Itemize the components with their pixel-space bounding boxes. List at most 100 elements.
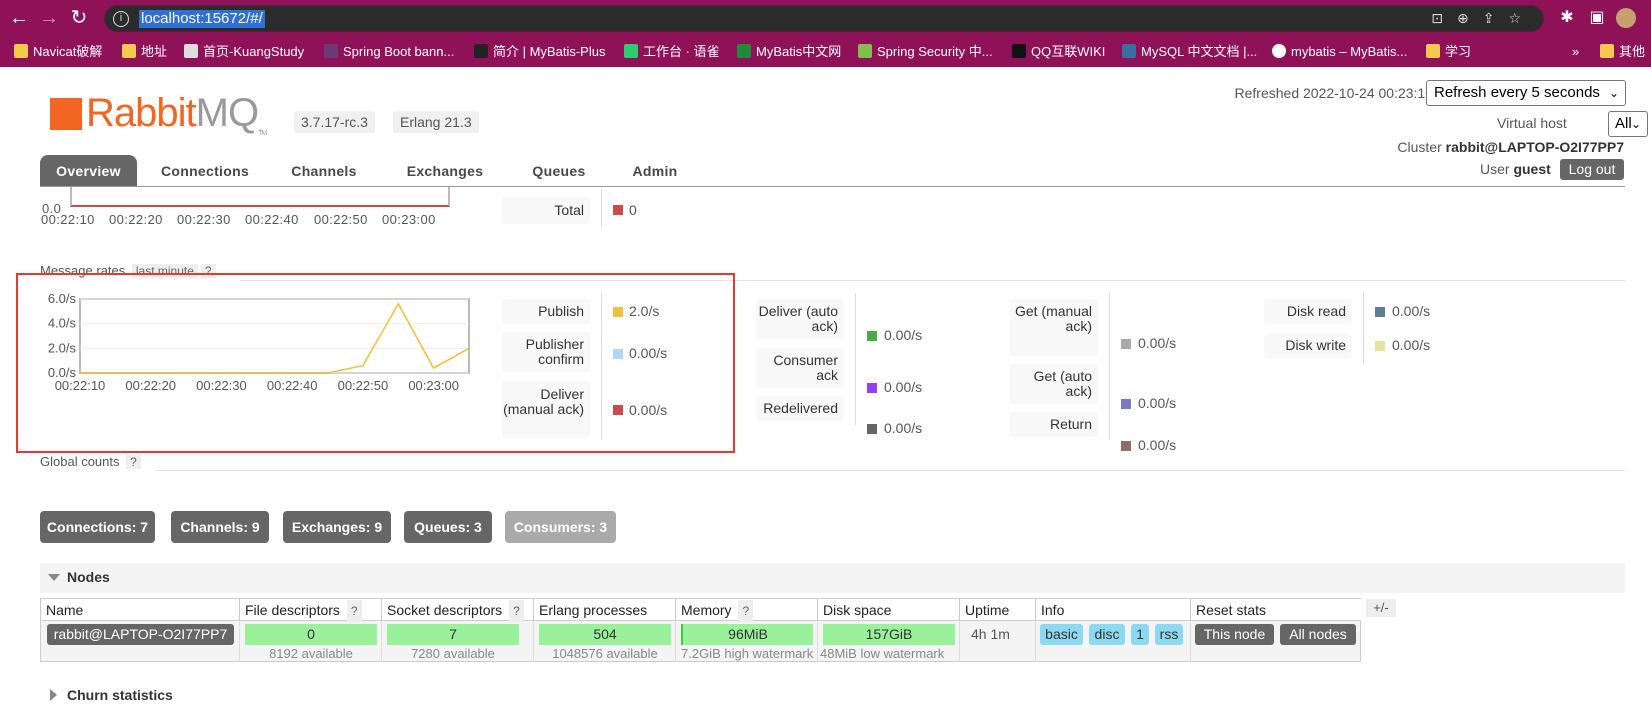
consumers-count-button[interactable]: Consumers: 3 [505,511,616,543]
chevron-down-icon: ⌄ [1630,117,1641,131]
nodes-section-header[interactable]: Nodes [40,563,1625,593]
profile-avatar[interactable] [1616,8,1636,28]
refresh-interval-select[interactable]: Refresh every 5 seconds ⌄ [1426,80,1626,106]
global-counts-header: Global counts ? [40,454,141,469]
bookmark-item[interactable]: Navicat破解 [14,43,102,61]
tab-exchanges[interactable]: Exchanges [400,155,490,187]
column-header: Reset stats [1191,599,1361,621]
total-swatch [613,205,623,215]
forward-icon[interactable]: → [38,7,60,29]
bookmark-item[interactable]: Spring Boot bann... [324,43,454,61]
queued-x-tick: 00:23:00 [382,212,436,227]
message-rates-chart: 6.0/s4.0/s2.0/s0.0/s 00:22:10 00:22:20 00:… [48,291,470,393]
logout-button[interactable]: Log out [1560,159,1624,180]
bookmark-item[interactable]: 学习 [1426,43,1471,61]
erlang-proc-cell: 504 1048576 available [534,621,676,662]
address-bar[interactable]: i localhost:15672/#/ ⊡⊕⇪☆ [104,5,1544,32]
erlang-badge: Erlang 21.3 [393,111,479,133]
bookmark-item[interactable]: mybatis – MyBatis... [1272,43,1407,61]
fd-cell: 0 8192 available [240,621,382,662]
socket-used: 7 [387,624,519,645]
bookmark-item[interactable]: 地址 [122,43,167,61]
stat-label-deliver-manual-ack: Deliver (manual ack) [502,381,590,438]
column-header: Uptime [960,599,1036,621]
bookmark-item[interactable]: 工作台 · 语雀 [624,43,720,61]
stat-label-deliver-auto-ack: Deliver (auto ack) [756,299,844,339]
get-auto-swatch [1121,399,1131,409]
stat-label-get-manual-ack: Get (manual ack) [1010,299,1098,356]
help-icon[interactable]: ? [509,600,524,622]
rabbitmq-page: RabbitMQTM 3.7.17-rc.3 Erlang 21.3 Refre… [0,67,1651,727]
help-icon[interactable]: ? [738,600,754,622]
user-name: guest [1513,161,1551,177]
cluster-info: Cluster rabbit@LAPTOP-O2I77PP7 [1397,139,1624,155]
info-cell: basic disc 1 rss [1036,621,1191,662]
connections-count-button[interactable]: Connections: 7 [40,511,155,543]
reset-this-node-button[interactable]: This node [1195,624,1274,645]
info-tag-rss[interactable]: rss [1155,624,1183,645]
stat-value-return: 0.00/s [1138,437,1177,453]
x-tick-label: 00:22:30 [196,378,247,393]
info-tag-disc[interactable]: disc [1089,624,1125,645]
uptime-value: 4h 1m [971,626,1010,642]
tab-connections[interactable]: Connections [150,155,260,187]
chevron-down-icon: ⌄ [1608,86,1619,100]
bookmarks-overflow[interactable]: » [1572,43,1579,61]
deliver-manual-swatch [613,405,623,415]
refreshed-timestamp: Refreshed 2022-10-24 00:23:10 [1234,85,1433,101]
stat-divider [1109,293,1110,440]
tab-overview[interactable]: Overview [40,155,137,187]
bookmark-item[interactable]: 首页-KuangStudy [184,43,304,61]
stat-label-publisher-confirm: Publisher confirm [502,332,590,372]
column-header: Name [41,599,240,621]
queued-x-tick: 00:22:30 [177,212,231,227]
node-name-link[interactable]: rabbit@LAPTOP-O2I77PP7 [47,624,234,645]
tab-queues[interactable]: Queues [522,155,596,187]
bookmark-item[interactable]: 简介 | MyBatis-Plus [474,43,605,61]
share-icon[interactable]: ⇪ [1483,10,1509,26]
url-text[interactable]: localhost:15672/#/ [139,10,265,28]
disk-watermark: 48MiB low watermark [820,646,945,661]
bookmark-item[interactable]: MyBatis中文网 [737,43,841,61]
x-tick-label: 00:22:40 [267,378,318,393]
reload-icon[interactable]: ↻ [68,7,90,29]
stat-divider [855,293,856,425]
bookmark-item[interactable]: QQ互联WIKI [1012,43,1105,61]
disk-read-swatch [1375,307,1385,317]
bookmark-item[interactable]: 其他 [1600,43,1645,61]
reset-cell: This node All nodes [1191,621,1361,662]
back-icon[interactable]: ← [8,7,30,29]
exchanges-count-button[interactable]: Exchanges: 9 [283,511,391,543]
zoom-icon[interactable]: ⊕ [1457,10,1483,26]
channels-count-button[interactable]: Channels: 9 [171,511,269,543]
stat-label-redelivered: Redelivered [756,396,844,421]
help-icon[interactable]: ? [346,600,362,622]
tab-admin[interactable]: Admin [620,155,690,187]
bookmark-item[interactable]: Spring Security 中... [858,43,993,61]
redelivered-swatch [867,424,877,434]
extensions-icon[interactable]: ✱ [1556,7,1578,29]
stat-label-return: Return [1010,412,1098,437]
translate-icon[interactable]: ⊡ [1431,10,1457,26]
stat-value-redelivered: 0.00/s [884,420,923,436]
churn-statistics-header[interactable]: Churn statistics [40,687,173,703]
info-tag-count[interactable]: 1 [1131,624,1149,645]
vhost-select[interactable]: All ⌄ [1608,111,1648,137]
columns-toggle-button[interactable]: +/- [1366,599,1396,617]
stat-value-get-auto-ack: 0.00/s [1138,395,1177,411]
socket-available: 7280 available [411,646,495,661]
help-icon[interactable]: ? [126,455,141,469]
bookmark-item[interactable]: MySQL 中文文档 |... [1122,43,1257,61]
bookmark-star-icon[interactable]: ☆ [1508,10,1535,26]
info-tag-basic[interactable]: basic [1040,624,1083,645]
disk-free: 157GiB [823,624,955,645]
queues-count-button[interactable]: Queues: 3 [404,511,492,543]
divider [155,470,1625,471]
reset-all-nodes-button[interactable]: All nodes [1280,624,1356,645]
site-info-icon[interactable]: i [113,11,129,27]
disk-cell: 157GiB 48MiB low watermark [818,621,960,662]
memory-used: 96MiB [681,624,813,645]
publish-swatch [613,307,623,317]
tab-channels[interactable]: Channels [284,155,364,187]
side-panel-icon[interactable]: ▣ [1586,7,1608,29]
